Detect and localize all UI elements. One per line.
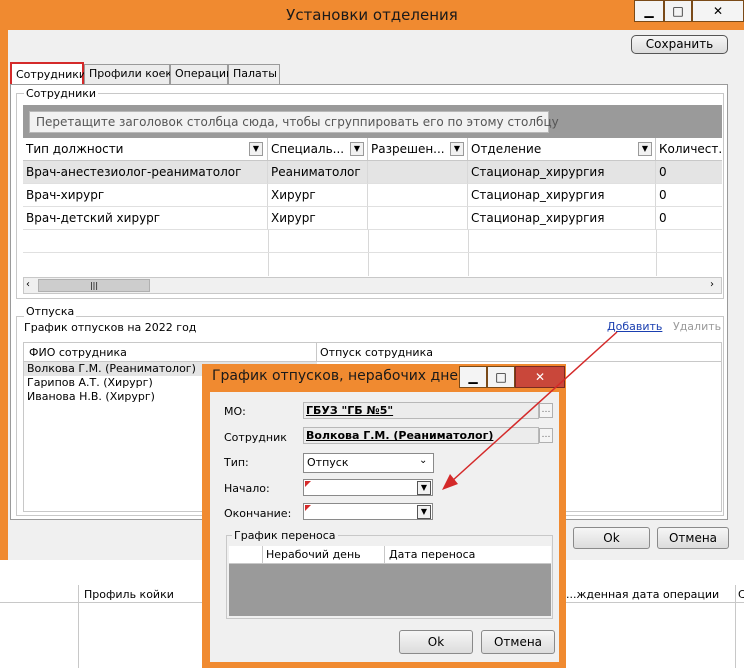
annotation-arrow	[442, 331, 618, 490]
